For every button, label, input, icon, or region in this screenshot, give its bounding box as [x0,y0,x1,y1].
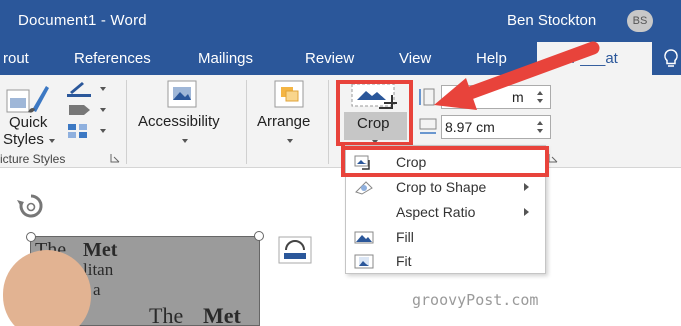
document-title: Document1 - Word [18,12,147,29]
arrange-icon[interactable] [273,79,305,109]
menu-item-label: Aspect Ratio [396,204,476,220]
user-name[interactable]: Ben Stockton [507,12,596,29]
shape-width-input[interactable]: 8.97 cm [441,115,551,139]
menu-item-label: Fit [396,253,412,269]
dialog-launcher-icon[interactable] [110,153,120,163]
menu-item-label: Fill [396,229,414,245]
menu-item-crop-to-shape[interactable]: Crop to Shape [346,175,545,200]
ribbon-tab-bar: rout References Mailings Review View Hel… [0,42,681,75]
watermark: groovyPost.com [412,291,539,309]
lightbulb-icon[interactable] [662,48,680,70]
ribbon-separator [328,80,329,164]
ribbon-separator [246,80,247,164]
shape-height-icon [419,88,435,106]
quick-styles-label-line2[interactable]: Styles [3,131,44,148]
chevron-down-icon[interactable] [100,108,106,112]
fit-icon [354,254,374,269]
image-text: Met [83,239,118,261]
image-text: a [93,280,101,299]
menu-item-label: Crop to Shape [396,179,487,195]
picture-styles-group-label: icture Styles [0,152,66,166]
shape-height-value: m [512,89,524,105]
menu-item-fill[interactable]: Fill [346,225,545,250]
crop-highlight-box [336,80,413,146]
spinner-arrows-icon[interactable] [536,89,544,105]
picture-border-icon[interactable] [66,80,96,98]
shape-width-icon [419,118,437,134]
tab-format[interactable]: F___at [537,42,652,75]
image-text: Met [203,303,241,326]
avatar[interactable]: BS [627,10,653,32]
shape-height-input[interactable]: m [441,85,551,109]
crop-to-shape-icon [355,181,373,195]
menu-item-aspect-ratio[interactable]: Aspect Ratio [346,200,545,225]
tab-review[interactable]: Review [305,50,354,67]
layout-options-icon[interactable] [278,236,312,264]
spinner-arrows-icon[interactable] [536,119,544,135]
dialog-launcher-icon[interactable] [548,153,558,163]
tab-help[interactable]: Help [476,50,507,67]
picture-effects-icon[interactable] [66,101,96,119]
tab-view[interactable]: View [399,50,431,67]
rotate-handle-icon[interactable] [14,192,48,222]
tab-mailings[interactable]: Mailings [198,50,253,67]
tab-layout[interactable]: rout [3,50,29,67]
chevron-down-icon[interactable] [287,139,293,143]
tab-references[interactable]: References [74,50,151,67]
image-text: The [149,303,184,326]
ribbon-separator [126,80,127,164]
chevron-right-icon [524,183,529,191]
quick-styles-label-line1[interactable]: Quick [9,114,47,131]
resize-handle-icon[interactable] [25,231,37,243]
chevron-down-icon[interactable] [49,139,55,143]
menu-item-fit[interactable]: Fit [346,249,545,274]
picture-layout-icon[interactable] [66,122,96,140]
crop-item-highlight-box [341,146,549,177]
chevron-right-icon [524,208,529,216]
chevron-down-icon[interactable] [100,129,106,133]
fill-icon [354,231,374,244]
accessibility-label[interactable]: Accessibility [138,113,220,130]
chevron-down-icon[interactable] [100,87,106,91]
arrange-label[interactable]: Arrange [257,113,310,130]
alt-text-icon[interactable] [166,79,198,109]
shape-width-value: 8.97 cm [445,119,495,135]
resize-handle-icon[interactable] [253,230,265,242]
title-bar: Document1 - Word Ben Stockton BS [0,0,681,42]
quick-styles-icon[interactable] [6,80,50,114]
chevron-down-icon[interactable] [182,139,188,143]
